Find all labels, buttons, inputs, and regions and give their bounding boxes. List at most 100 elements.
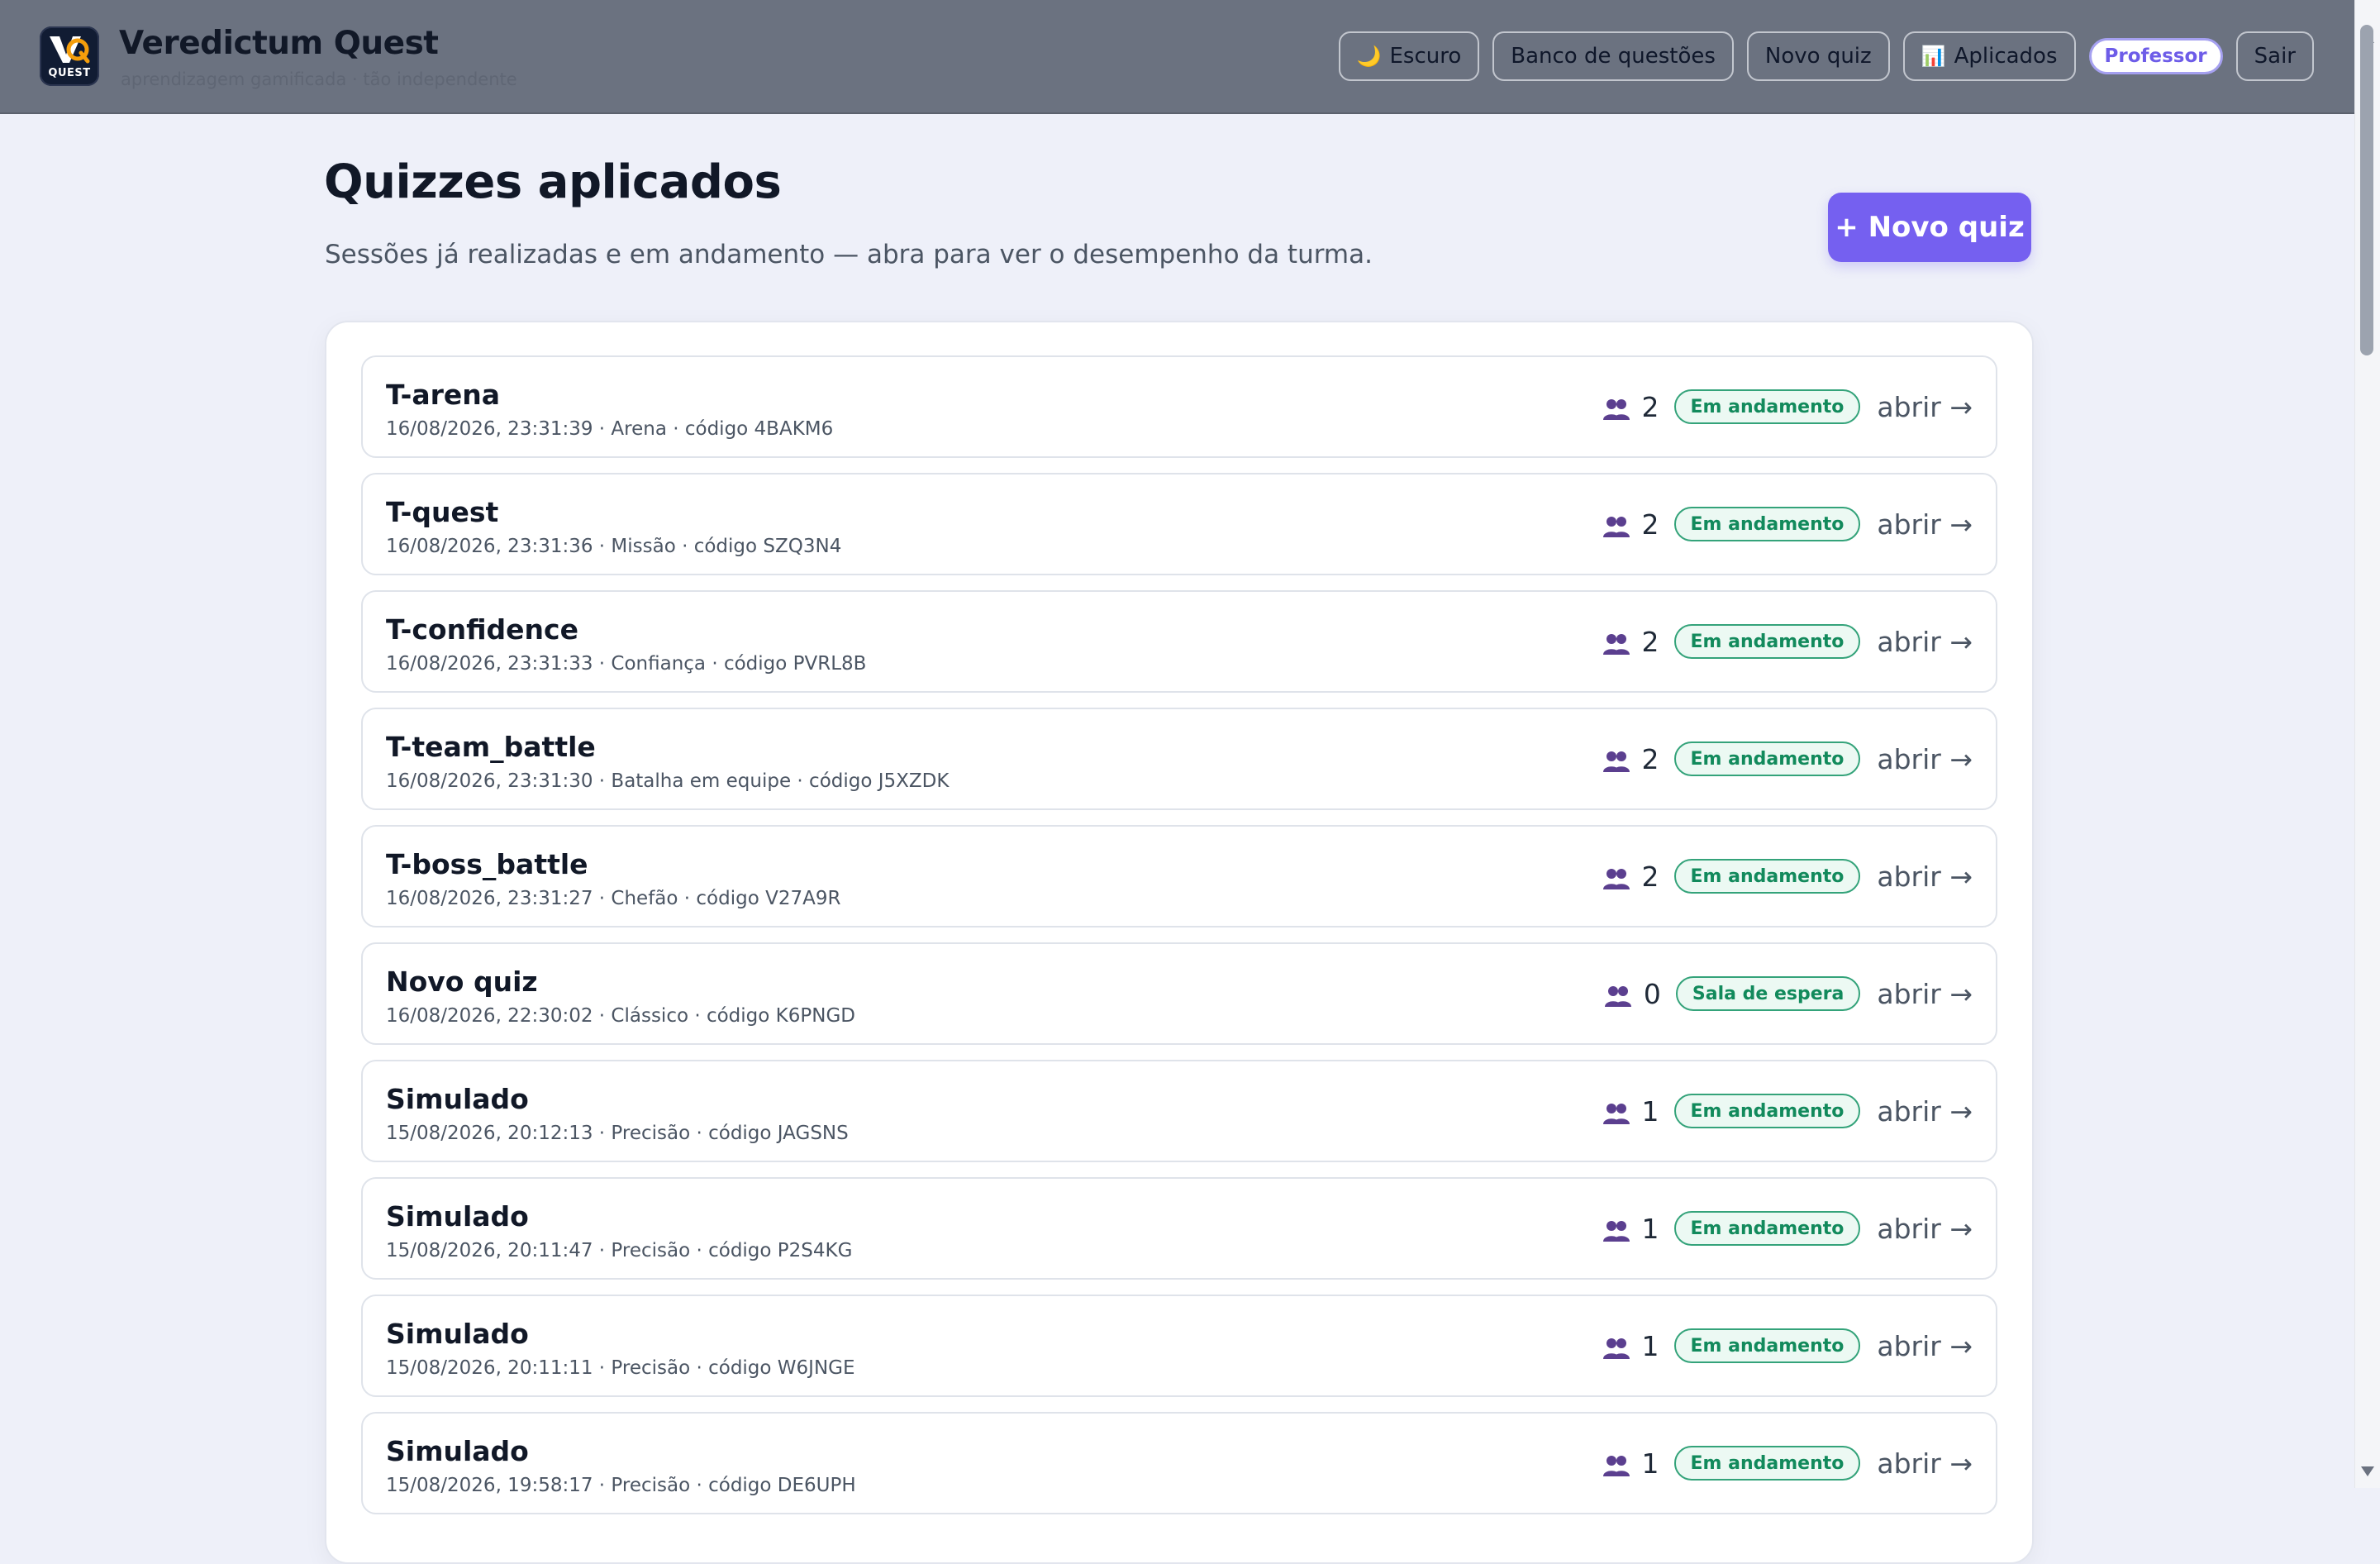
open-session-link[interactable]: abrir → [1877, 508, 1973, 541]
bar-chart-icon: 📊 [1921, 45, 1946, 68]
session-title: T-team_battle [386, 731, 596, 763]
open-session-link[interactable]: abrir → [1877, 1213, 1973, 1245]
session-row[interactable]: Simulado 15/08/2026, 20:11:11 · Precisão … [361, 1295, 1997, 1397]
brand-subtitle: aprendizagem gamificada · tão independen… [121, 69, 517, 89]
vq-logo-icon [50, 36, 90, 64]
session-meta: 16/08/2026, 23:31:33 · Confiança · códig… [386, 653, 867, 675]
participant-count: 2 [1641, 742, 1659, 775]
status-badge: Em andamento [1673, 1211, 1861, 1246]
scroll-down-arrow-icon[interactable] [2361, 1466, 2374, 1476]
participant-count: 1 [1641, 1447, 1659, 1480]
session-meta: 16/08/2026, 23:31:36 · Missão · código S… [386, 536, 842, 557]
session-title: T-quest [386, 496, 499, 528]
session-title: T-confidence [386, 613, 578, 646]
new-quiz-nav-button[interactable]: Novo quiz [1746, 31, 1890, 81]
open-session-link[interactable]: abrir → [1877, 626, 1973, 658]
session-meta: 16/08/2026, 22:30:02 · Clássico · código… [386, 1005, 855, 1027]
open-session-link[interactable]: abrir → [1877, 1330, 1973, 1362]
open-session-link[interactable]: abrir → [1877, 1447, 1973, 1480]
session-row[interactable]: T-confidence 16/08/2026, 23:31:33 · Confi… [361, 590, 1997, 693]
status-badge: Em andamento [1673, 1446, 1861, 1481]
session-meta: 15/08/2026, 20:11:11 · Precisão · código… [386, 1357, 855, 1379]
page-subtitle: Sessões já realizadas e em andamento — a… [325, 240, 1373, 269]
session-meta: 16/08/2026, 23:31:27 · Chefão · código V… [386, 888, 841, 909]
people-icon [1602, 515, 1630, 538]
session-row[interactable]: T-quest 16/08/2026, 23:31:36 · Missão · c… [361, 473, 1997, 575]
status-badge: Em andamento [1673, 507, 1861, 541]
question-bank-button[interactable]: Banco de questões [1492, 31, 1734, 81]
sessions-list: T-arena 16/08/2026, 23:31:39 · Arena · có… [361, 355, 1997, 1529]
session-title: Novo quiz [386, 966, 538, 998]
participant-count: 2 [1641, 625, 1659, 658]
session-row[interactable]: Novo quiz 16/08/2026, 22:30:02 · Clássico… [361, 942, 1997, 1045]
people-icon [1604, 985, 1632, 1008]
people-icon [1602, 1102, 1630, 1125]
scroll-thumb[interactable] [2360, 25, 2373, 355]
top-bar: QUEST Veredictum Quest aprendizagem gami… [0, 0, 2355, 114]
participant-count: 1 [1641, 1329, 1659, 1362]
participant-count: 2 [1641, 508, 1659, 541]
page-scrollbar[interactable] [2354, 0, 2380, 1488]
session-meta: 15/08/2026, 20:11:47 · Precisão · código… [386, 1240, 853, 1261]
open-session-link[interactable]: abrir → [1877, 978, 1973, 1010]
status-badge: Em andamento [1673, 624, 1861, 659]
open-session-link[interactable]: abrir → [1877, 391, 1973, 423]
applied-quizzes-button[interactable]: 📊 Aplicados [1902, 31, 2076, 81]
new-quiz-button[interactable]: + Novo quiz [1828, 193, 2031, 262]
brand-title: Veredictum Quest [119, 25, 439, 62]
people-icon [1602, 632, 1630, 656]
session-row[interactable]: T-boss_battle 16/08/2026, 23:31:27 · Chef… [361, 825, 1997, 927]
app-logo[interactable]: QUEST [40, 26, 99, 86]
status-badge: Em andamento [1673, 389, 1861, 424]
page-title: Quizzes aplicados [324, 155, 782, 209]
session-actions: 2 Em andamento abrir → [1602, 474, 1973, 574]
session-actions: 2 Em andamento abrir → [1602, 709, 1973, 808]
status-badge: Sala de espera [1675, 976, 1861, 1011]
open-session-link[interactable]: abrir → [1877, 743, 1973, 775]
session-row[interactable]: Simulado 15/08/2026, 19:58:17 · Precisão … [361, 1412, 1997, 1514]
session-title: Simulado [386, 1083, 529, 1115]
session-actions: 1 Em andamento abrir → [1602, 1414, 1973, 1513]
session-actions: 2 Em andamento abrir → [1602, 592, 1973, 691]
theme-toggle-label: Escuro [1389, 44, 1462, 69]
participant-count: 1 [1641, 1094, 1659, 1128]
people-icon [1602, 1219, 1630, 1242]
status-badge: Em andamento [1673, 741, 1861, 776]
session-actions: 1 Em andamento abrir → [1602, 1296, 1973, 1395]
role-badge: Professor [2088, 38, 2223, 74]
theme-toggle-button[interactable]: 🌙 Escuro [1338, 31, 1480, 81]
open-session-link[interactable]: abrir → [1877, 1095, 1973, 1128]
session-meta: 15/08/2026, 19:58:17 · Precisão · código… [386, 1475, 856, 1496]
session-title: Simulado [386, 1200, 529, 1233]
session-meta: 15/08/2026, 20:12:13 · Precisão · código… [386, 1123, 849, 1144]
session-actions: 0 Sala de espera abrir → [1604, 944, 1973, 1043]
session-title: T-boss_battle [386, 848, 588, 880]
session-meta: 16/08/2026, 23:31:39 · Arena · código 4B… [386, 418, 834, 440]
participant-count: 2 [1641, 390, 1659, 423]
status-badge: Em andamento [1673, 1094, 1861, 1128]
people-icon [1602, 1454, 1630, 1477]
session-title: Simulado [386, 1435, 529, 1467]
people-icon [1602, 398, 1630, 421]
session-actions: 1 Em andamento abrir → [1602, 1061, 1973, 1161]
session-row[interactable]: Simulado 15/08/2026, 20:11:47 · Precisão … [361, 1177, 1997, 1280]
session-row[interactable]: T-team_battle 16/08/2026, 23:31:30 · Bata… [361, 708, 1997, 810]
logout-button[interactable]: Sair [2235, 31, 2314, 81]
open-session-link[interactable]: abrir → [1877, 861, 1973, 893]
session-actions: 2 Em andamento abrir → [1602, 357, 1973, 456]
session-actions: 1 Em andamento abrir → [1602, 1179, 1973, 1278]
session-meta: 16/08/2026, 23:31:30 · Batalha em equipe… [386, 770, 950, 792]
session-row[interactable]: Simulado 15/08/2026, 20:12:13 · Precisão … [361, 1060, 1997, 1162]
applied-quizzes-label: Aplicados [1954, 44, 2058, 69]
session-title: Simulado [386, 1318, 529, 1350]
sessions-card: T-arena 16/08/2026, 23:31:39 · Arena · có… [325, 321, 2034, 1564]
logo-subtext: QUEST [48, 67, 91, 79]
moon-icon: 🌙 [1356, 45, 1382, 68]
top-nav: 🌙 Escuro Banco de questões Novo quiz 📊 A… [1338, 31, 2314, 83]
participant-count: 2 [1641, 860, 1659, 893]
people-icon [1602, 1337, 1630, 1360]
session-title: T-arena [386, 379, 501, 411]
participant-count: 1 [1641, 1212, 1659, 1245]
people-icon [1602, 750, 1630, 773]
session-row[interactable]: T-arena 16/08/2026, 23:31:39 · Arena · có… [361, 355, 1997, 458]
